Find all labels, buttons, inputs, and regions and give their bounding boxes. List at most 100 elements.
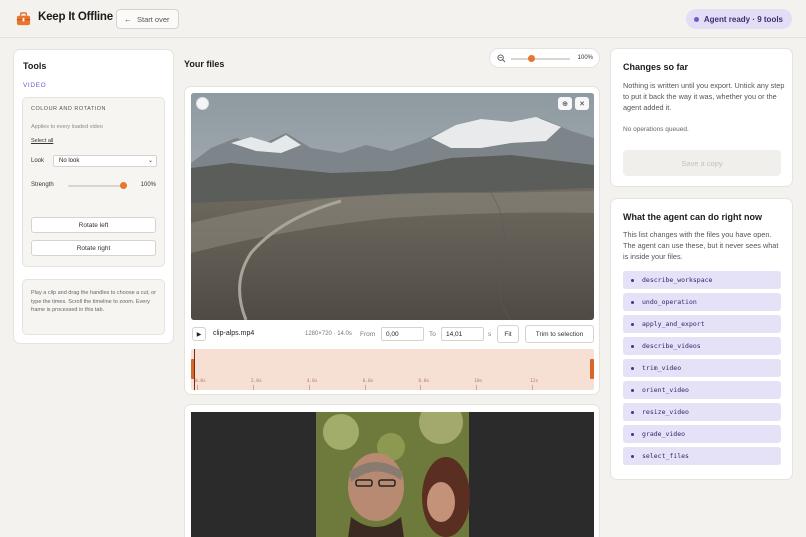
rotate-left-button[interactable]: Rotate left — [31, 217, 156, 233]
changes-title: Changes so far — [623, 62, 689, 72]
save-copy-button[interactable]: Save a copy — [623, 150, 781, 176]
tool-item: apply_and_export — [623, 315, 781, 333]
tool-item: trim_video — [623, 359, 781, 377]
files-title: Your files — [184, 59, 225, 69]
tool-item: select_files — [623, 447, 781, 465]
strength-label: Strength — [31, 182, 54, 188]
bullet-icon — [631, 278, 634, 282]
timeline-tick — [252, 385, 254, 390]
video-select-checkbox[interactable] — [196, 97, 209, 110]
agent-tools-title: What the agent can do right now — [623, 212, 762, 222]
timeline-tick-label: 4.0s — [306, 379, 318, 384]
agent-status-text: Agent ready · 9 tools — [703, 14, 783, 24]
app-title: Keep It Offline — [38, 11, 113, 23]
tool-item: grade_video — [623, 425, 781, 443]
agent-tools-description: This list changes with the files you hav… — [623, 230, 779, 261]
no-operations-text: No operations queued. — [623, 126, 689, 133]
section-title: COLOUR AND ROTATION — [31, 106, 106, 112]
status-dot-icon — [693, 16, 699, 22]
from-input[interactable]: 0,00 — [381, 327, 424, 341]
help-box: Play a clip and drag the handles to choo… — [22, 279, 165, 335]
zoom-value: 100% — [577, 55, 593, 61]
clip-controls: ▶ clip-alps.mp4 1280×720 · 14.0s From 0,… — [191, 324, 594, 344]
timeline-tick-label: 0.0s — [195, 379, 206, 384]
timeline[interactable]: 0.0s 2.0s 4.0s 6.0s 8.0s 10s 12s — [191, 349, 594, 390]
timeline-tick — [532, 385, 534, 390]
tool-name: undo_operation — [642, 298, 697, 306]
video-preview-2[interactable] — [191, 412, 594, 537]
arrow-left-icon: ← — [124, 14, 132, 24]
close-icon[interactable]: ✕ — [575, 97, 589, 110]
timeline-tick — [364, 385, 366, 390]
mountain-landscape-image — [191, 93, 594, 320]
tool-name: select_files — [642, 452, 689, 460]
rotate-right-button[interactable]: Rotate right — [31, 240, 156, 256]
tool-name: describe_videos — [642, 342, 701, 350]
strength-slider[interactable] — [68, 185, 126, 187]
tool-name: describe_workspace — [642, 276, 713, 284]
clip-meta: 1280×720 · 14.0s — [305, 331, 352, 337]
applies-note: Applies to every loaded video — [31, 124, 103, 130]
zoom-out-icon[interactable] — [497, 54, 506, 63]
from-label: From — [360, 331, 376, 338]
app-header: Keep It Offline ← Start over Agent ready… — [0, 0, 806, 38]
bullet-icon — [631, 410, 634, 414]
timeline-tick-label: 12s — [530, 379, 539, 384]
bullet-icon — [631, 344, 634, 348]
tool-item: undo_operation — [623, 293, 781, 311]
timeline-tick-label: 8.0s — [418, 379, 430, 384]
trim-button[interactable]: Trim to selection — [525, 325, 594, 343]
colour-rotation-section: COLOUR AND ROTATION Applies to every loa… — [22, 97, 165, 267]
select-all-link[interactable]: Select all — [31, 138, 53, 144]
bullet-icon — [631, 432, 634, 436]
tab-video[interactable]: VIDEO — [23, 82, 46, 89]
zoom-slider[interactable] — [511, 58, 570, 60]
zoom-slider-thumb[interactable] — [528, 55, 535, 62]
tool-item: orient_video — [623, 381, 781, 399]
bullet-icon — [631, 300, 634, 304]
briefcase-icon — [16, 12, 31, 26]
timeline-tick-label: 6.0s — [362, 379, 374, 384]
agent-status-badge[interactable]: Agent ready · 9 tools — [685, 9, 792, 29]
look-value: No look — [59, 158, 80, 164]
clip-name: clip-alps.mp4 — [213, 330, 255, 337]
bullet-icon — [631, 454, 634, 458]
tool-name: grade_video — [642, 430, 686, 438]
portrait-scene-image — [191, 412, 594, 537]
timeline-tick — [197, 385, 198, 390]
tool-name: apply_and_export — [642, 320, 705, 328]
timeline-tick-label: 2.0s — [250, 379, 262, 384]
to-input[interactable]: 14,01 — [441, 327, 484, 341]
timeline-tick — [476, 385, 478, 390]
timeline-tick-label: 10s — [474, 379, 483, 384]
start-over-button[interactable]: ← Start over — [116, 9, 179, 29]
tool-name: orient_video — [642, 386, 689, 394]
tool-item: describe_workspace — [623, 271, 781, 289]
video-card-2 — [184, 404, 600, 537]
strength-value: 100% — [140, 182, 156, 188]
bullet-icon — [631, 388, 634, 392]
timeline-tick — [308, 385, 310, 390]
timeline-end-handle[interactable] — [590, 359, 594, 379]
look-select[interactable]: No look ⌄ — [53, 155, 157, 167]
strength-slider-thumb[interactable] — [120, 182, 127, 189]
agent-tools-panel: What the agent can do right now This lis… — [610, 198, 793, 480]
bullet-icon — [631, 366, 634, 370]
tools-panel: Tools VIDEO COLOUR AND ROTATION Applies … — [13, 49, 174, 344]
start-over-label: Start over — [137, 14, 170, 24]
zoom-control: 100% — [489, 48, 600, 68]
zoom-in-icon[interactable]: ⊕ — [558, 97, 572, 110]
tools-title: Tools — [23, 61, 47, 71]
play-icon[interactable]: ▶ — [192, 327, 206, 341]
help-text: Play a clip and drag the handles to choo… — [31, 290, 157, 313]
tool-name: resize_video — [642, 408, 689, 416]
bullet-icon — [631, 322, 634, 326]
chevron-down-icon: ⌄ — [147, 158, 153, 164]
look-label: Look — [31, 158, 45, 164]
changes-panel: Changes so far Nothing is written until … — [610, 48, 793, 187]
seconds-unit: s — [488, 331, 492, 338]
fit-button[interactable]: Fit — [497, 325, 519, 343]
video-card: ⊕ ✕ ▶ clip-alps.mp4 1280×720 · 14.0s Fro… — [184, 86, 600, 395]
timeline-tick — [420, 385, 422, 390]
video-preview[interactable]: ⊕ ✕ — [191, 93, 594, 320]
